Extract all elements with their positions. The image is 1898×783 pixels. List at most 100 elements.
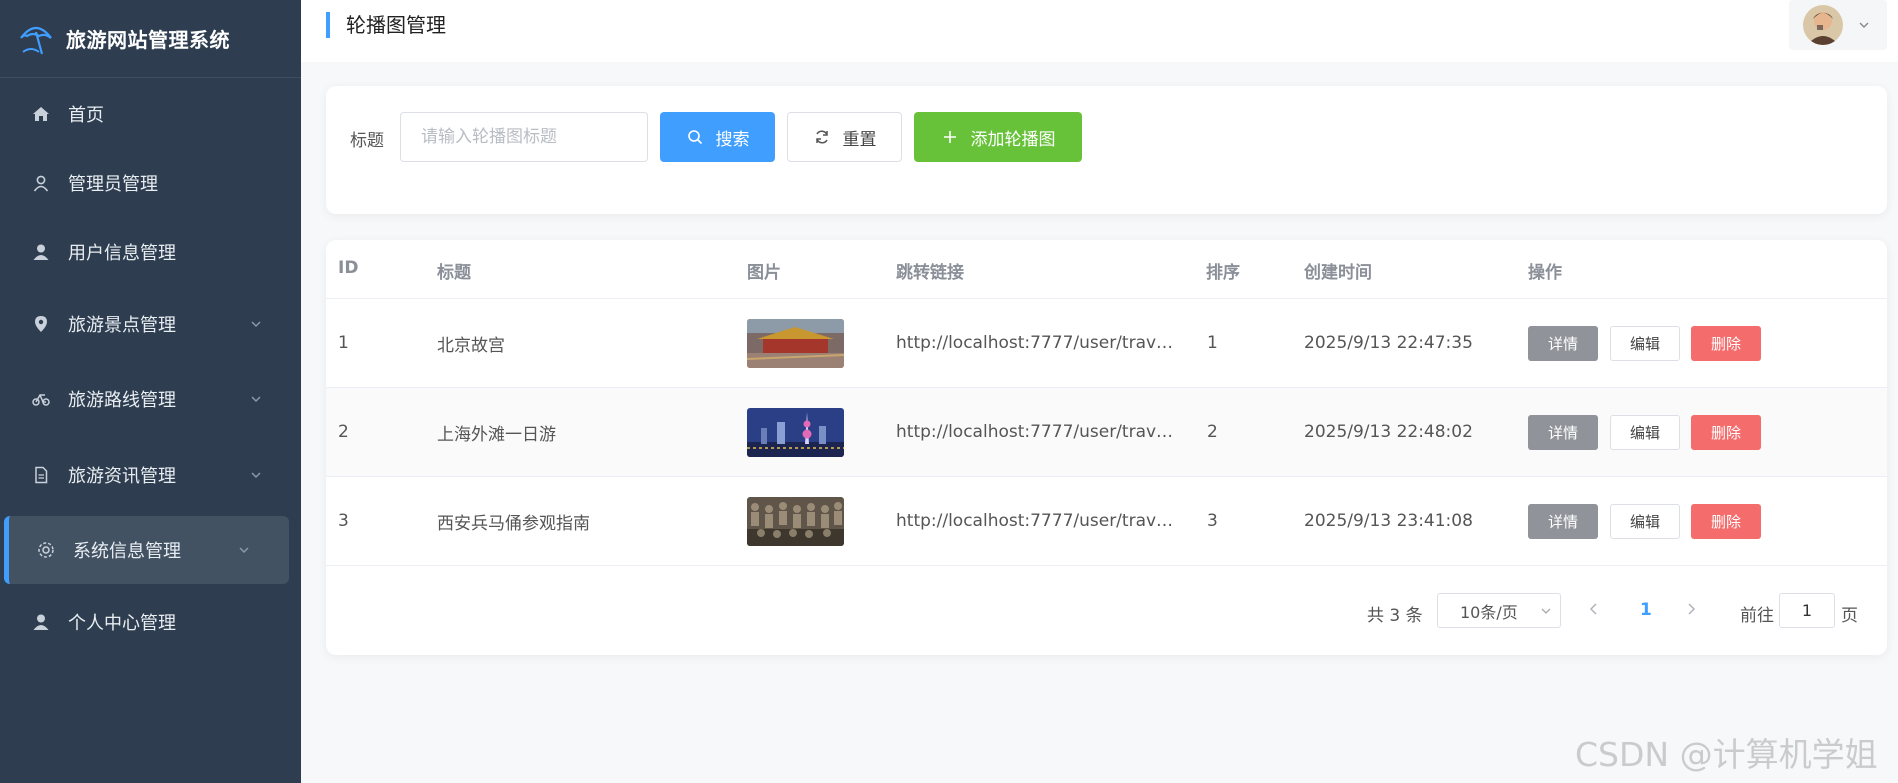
top-header bbox=[301, 0, 1898, 62]
sidebar-item-profile[interactable]: 个人中心管理 bbox=[0, 592, 301, 652]
cell-id: 2 bbox=[338, 422, 349, 442]
cell-link: http://localhost:7777/user/travel-sp... bbox=[896, 333, 1181, 353]
detail-button[interactable]: 详情 bbox=[1528, 504, 1598, 539]
cell-title: 西安兵马俑参观指南 bbox=[437, 513, 590, 534]
document-icon bbox=[30, 464, 52, 486]
prev-page-icon[interactable] bbox=[1586, 601, 1602, 617]
brand: 旅游网站管理系统 bbox=[0, 0, 301, 78]
cell-image bbox=[747, 299, 844, 387]
sidebar-item-users[interactable]: 用户信息管理 bbox=[0, 222, 301, 282]
sidebar-item-label: 个人中心管理 bbox=[68, 613, 176, 634]
cell-created: 2025/9/13 22:47:35 bbox=[1304, 333, 1473, 353]
chevron-down-icon bbox=[251, 472, 261, 478]
column-header-image: 图片 bbox=[747, 263, 781, 283]
sidebar-item-label: 系统信息管理 bbox=[73, 541, 181, 562]
app-title: 旅游网站管理系统 bbox=[66, 28, 230, 52]
column-header-sort: 排序 bbox=[1206, 263, 1240, 283]
chevron-down-icon bbox=[251, 396, 261, 402]
sidebar-item-label: 旅游资讯管理 bbox=[68, 466, 176, 487]
table-row: 3 西安兵马俑参观指南 http://localhost:7777/user/t… bbox=[326, 477, 1887, 566]
add-button-label: 添加轮播图 bbox=[970, 129, 1056, 150]
sidebar-item-label: 用户信息管理 bbox=[68, 243, 176, 264]
user-menu[interactable] bbox=[1789, 0, 1887, 50]
reset-button[interactable]: 重置 bbox=[787, 112, 902, 162]
home-icon bbox=[30, 103, 52, 125]
page-title: 轮播图管理 bbox=[326, 12, 446, 38]
shanghai-bund-thumbnail[interactable] bbox=[747, 407, 844, 457]
chevron-down-icon bbox=[1859, 22, 1869, 28]
page-size-value: 10条/页 bbox=[1460, 602, 1518, 622]
edit-button[interactable]: 编辑 bbox=[1610, 415, 1680, 450]
detail-button[interactable]: 详情 bbox=[1528, 326, 1598, 361]
goto-label: 前往 bbox=[1740, 606, 1774, 626]
edit-button[interactable]: 编辑 bbox=[1610, 326, 1680, 361]
delete-button[interactable]: 删除 bbox=[1691, 504, 1761, 539]
column-header-link: 跳转链接 bbox=[896, 263, 964, 283]
user-outline-icon bbox=[30, 172, 52, 194]
plus-icon bbox=[941, 128, 959, 146]
cell-image bbox=[747, 388, 844, 476]
sidebar-item-label: 管理员管理 bbox=[68, 174, 158, 195]
pagination-total: 共 3 条 bbox=[1367, 606, 1423, 626]
sidebar-item-label: 旅游景点管理 bbox=[68, 315, 176, 336]
sidebar-item-home[interactable]: 首页 bbox=[0, 84, 301, 144]
cell-image bbox=[747, 477, 844, 565]
search-panel: 标题 搜索 重置 添加轮播图 bbox=[326, 86, 1887, 214]
sidebar-item-admin[interactable]: 管理员管理 bbox=[0, 153, 301, 213]
sidebar-item-label: 旅游路线管理 bbox=[68, 390, 176, 411]
reset-button-label: 重置 bbox=[842, 129, 877, 150]
search-icon bbox=[686, 128, 704, 146]
title-label: 标题 bbox=[350, 131, 384, 151]
cell-id: 1 bbox=[338, 333, 349, 353]
delete-button[interactable]: 删除 bbox=[1691, 415, 1761, 450]
delete-button[interactable]: 删除 bbox=[1691, 326, 1761, 361]
column-header-title: 标题 bbox=[437, 263, 471, 283]
cell-title: 北京故宫 bbox=[437, 335, 505, 356]
page-suffix-label: 页 bbox=[1841, 606, 1858, 626]
column-header-id: ID bbox=[338, 258, 359, 278]
search-button[interactable]: 搜索 bbox=[660, 112, 775, 162]
gear-icon bbox=[35, 539, 57, 561]
forbidden-city-thumbnail[interactable] bbox=[747, 318, 844, 368]
sidebar: 旅游网站管理系统 首页 管理员管理 用户信息管理 旅游景点管理 旅游路线管理 旅… bbox=[0, 0, 301, 783]
watermark: CSDN @计算机学姐 bbox=[1575, 735, 1878, 774]
column-header-created: 创建时间 bbox=[1304, 263, 1372, 283]
cell-title: 上海外滩一日游 bbox=[437, 424, 556, 445]
user-solid-icon bbox=[30, 611, 52, 633]
cell-sort: 3 bbox=[1207, 511, 1218, 531]
detail-button[interactable]: 详情 bbox=[1528, 415, 1598, 450]
sidebar-item-scenic[interactable]: 旅游景点管理 bbox=[0, 294, 301, 354]
cell-sort: 1 bbox=[1207, 333, 1218, 353]
page-number-current[interactable]: 1 bbox=[1640, 600, 1652, 620]
search-button-label: 搜索 bbox=[715, 129, 750, 150]
sidebar-item-label: 首页 bbox=[68, 105, 104, 126]
edit-button[interactable]: 编辑 bbox=[1610, 504, 1680, 539]
cell-created: 2025/9/13 23:41:08 bbox=[1304, 511, 1473, 531]
chevron-down-icon bbox=[239, 547, 249, 553]
cell-created: 2025/9/13 22:48:02 bbox=[1304, 422, 1473, 442]
goto-page-input[interactable] bbox=[1779, 593, 1835, 628]
cell-link: http://localhost:7777/user/travel-inf... bbox=[896, 511, 1181, 531]
carousel-table: ID 标题 图片 跳转链接 排序 创建时间 操作 1 北京故宫 http://l… bbox=[326, 240, 1887, 655]
page-size-select[interactable]: 10条/页 bbox=[1437, 593, 1561, 628]
umbrella-logo-icon bbox=[16, 19, 56, 59]
sidebar-item-routes[interactable]: 旅游路线管理 bbox=[0, 369, 301, 429]
column-header-actions: 操作 bbox=[1528, 263, 1562, 283]
terracotta-warriors-thumbnail[interactable] bbox=[747, 496, 844, 546]
title-search-input[interactable] bbox=[400, 112, 648, 162]
refresh-icon bbox=[813, 128, 831, 146]
chevron-down-icon bbox=[1541, 608, 1551, 614]
sidebar-item-system[interactable]: 系统信息管理 bbox=[4, 516, 289, 584]
chevron-down-icon bbox=[251, 321, 261, 327]
table-row: 1 北京故宫 http://localhost:7777/user/travel… bbox=[326, 299, 1887, 388]
cell-id: 3 bbox=[338, 511, 349, 531]
cell-sort: 2 bbox=[1207, 422, 1218, 442]
bicycle-icon bbox=[30, 388, 52, 410]
sidebar-item-news[interactable]: 旅游资讯管理 bbox=[0, 445, 301, 505]
user-solid-icon bbox=[30, 241, 52, 263]
add-carousel-button[interactable]: 添加轮播图 bbox=[914, 112, 1082, 162]
location-icon bbox=[30, 313, 52, 335]
next-page-icon[interactable] bbox=[1683, 601, 1699, 617]
cell-link: http://localhost:7777/user/travel-ro... bbox=[896, 422, 1181, 442]
table-row: 2 上海外滩一日游 http://localhost:7777/user/tra… bbox=[326, 388, 1887, 477]
